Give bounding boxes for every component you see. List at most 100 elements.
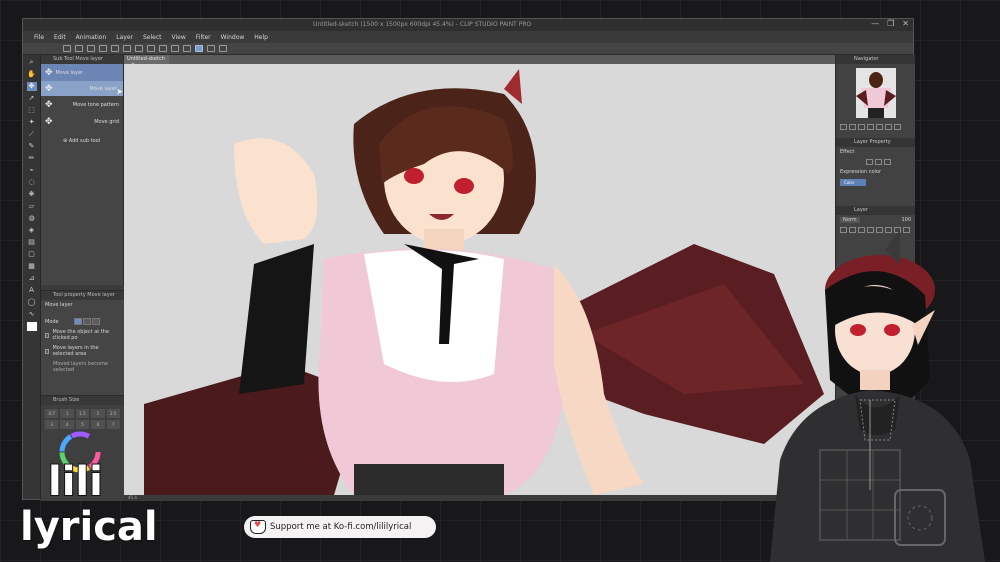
pen-tool-icon[interactable]: ✎ [27, 142, 37, 151]
fit-icon[interactable] [858, 124, 865, 130]
subtool-move-tone-pattern[interactable]: ✥ Move tone pattern [41, 96, 123, 113]
rotate-left-icon[interactable] [867, 124, 874, 130]
balloon-tool-icon[interactable]: ◯ [27, 298, 37, 307]
zoom-tool-icon[interactable]: ⌕ [27, 58, 37, 67]
auto-select-icon[interactable]: ✦ [27, 118, 37, 127]
airbrush-tool-icon[interactable]: ◌ [27, 178, 37, 187]
decoration-tool-icon[interactable]: ❋ [27, 190, 37, 199]
correct-line-tool-icon[interactable]: ∿ [27, 310, 37, 319]
rotate-right-icon[interactable] [876, 124, 883, 130]
menu-file[interactable]: File [29, 34, 49, 41]
menu-help[interactable]: Help [249, 34, 273, 41]
redo-icon[interactable] [111, 45, 119, 52]
eyedropper-icon[interactable]: ⟋ [27, 130, 37, 139]
snap-ruler-icon[interactable] [183, 45, 191, 52]
new-file-icon[interactable] [63, 45, 71, 52]
move-icon: ✥ [45, 67, 53, 78]
add-subtool-button[interactable]: ⊕ Add sub tool [41, 130, 123, 144]
skirt [354, 464, 504, 495]
menu-bar: File Edit Animation Layer Select View Fi… [23, 31, 913, 43]
mode-option-3[interactable] [91, 318, 100, 325]
mode-row: Mode [41, 316, 124, 327]
menu-view[interactable]: View [167, 34, 191, 41]
checkbox[interactable] [45, 332, 50, 338]
maximize-button[interactable]: ❐ [887, 19, 894, 28]
option-row: Moved layers become selected [41, 359, 124, 375]
text-tool-icon[interactable]: A [27, 286, 37, 295]
pencil-tool-icon[interactable]: ✏ [27, 154, 37, 163]
blend-tool-icon[interactable]: ◍ [27, 214, 37, 223]
effect-tone-icon[interactable] [875, 159, 882, 165]
canvas-tab[interactable]: Untitled-sketch × [124, 55, 169, 68]
effect-border-icon[interactable] [866, 159, 873, 165]
brush-size-preset[interactable]: 0.7 [45, 409, 59, 418]
option-label: Moved layers become selected [53, 361, 108, 373]
opacity-value[interactable]: 100 [901, 217, 911, 223]
brush-size-preset[interactable]: 3 [45, 420, 59, 429]
move-tool-icon[interactable]: ✥ [26, 82, 37, 91]
zoom-out-icon[interactable] [840, 124, 847, 130]
effect-icons [836, 157, 915, 167]
menu-window[interactable]: Window [216, 34, 250, 41]
zoom-in-icon[interactable] [849, 124, 856, 130]
save-icon[interactable] [87, 45, 95, 52]
expression-color-select[interactable]: Color [840, 179, 866, 186]
eraser-tool-icon[interactable]: ▱ [27, 202, 37, 211]
layer-settings-icon[interactable] [219, 45, 227, 52]
mode-option-2[interactable] [82, 318, 91, 325]
option-row[interactable]: Move layers in the selected area [41, 343, 124, 359]
subtool-move-layer[interactable]: ✥ Move layer [41, 64, 123, 81]
undo-icon[interactable] [99, 45, 107, 52]
navigator-preview[interactable] [855, 68, 896, 118]
mode-selector[interactable] [73, 318, 100, 325]
minimize-button[interactable]: — [871, 19, 879, 28]
brush-size-preset[interactable]: 4 [60, 420, 74, 429]
subtool-move-grid[interactable]: ✥ Move grid [41, 113, 123, 130]
option-row[interactable]: Move the object at the clicked po [41, 327, 124, 343]
tool-property-panel: Tool property Move layer Move layer Mode… [41, 290, 124, 395]
command-bar [23, 43, 913, 55]
mode-option-1[interactable] [73, 318, 82, 325]
brush-size-preset[interactable]: 7 [106, 420, 120, 429]
selection-tool-icon[interactable]: ⬚ [27, 106, 37, 115]
brush-size-preset[interactable]: 1.5 [75, 409, 90, 418]
hand-tool-icon[interactable]: ✋ [27, 70, 37, 79]
layer-blend-row: Norm 100 [836, 215, 915, 225]
fill-tool-icon[interactable]: ◈ [27, 226, 37, 235]
blend-mode-select[interactable]: Norm [840, 217, 860, 223]
brush-tool-icon[interactable]: ⌁ [27, 166, 37, 175]
menu-animation[interactable]: Animation [71, 34, 112, 41]
kofi-cup-icon: ♥ [250, 520, 266, 534]
transform-icon[interactable] [147, 45, 155, 52]
reset-icon[interactable] [894, 124, 901, 130]
close-button[interactable]: ✕ [902, 19, 909, 28]
select-all-icon[interactable] [159, 45, 167, 52]
effect-color-icon[interactable] [884, 159, 891, 165]
ruler-tool-icon[interactable]: ⊿ [27, 274, 37, 283]
menu-edit[interactable]: Edit [49, 34, 71, 41]
figure-tool-icon[interactable]: ▢ [27, 250, 37, 259]
brush-size-preset[interactable]: 6 [91, 420, 105, 429]
menu-filter[interactable]: Filter [191, 34, 216, 41]
brush-size-preset[interactable]: 5 [75, 420, 90, 429]
snap-grid-icon[interactable] [207, 45, 215, 52]
brush-size-preset[interactable]: 2 [91, 409, 105, 418]
operation-tool-icon[interactable]: ➚ [27, 94, 37, 103]
checkbox[interactable] [45, 348, 50, 354]
menu-select[interactable]: Select [138, 34, 167, 41]
brush-size-preset[interactable]: 2.5 [106, 409, 120, 418]
fill-icon[interactable] [135, 45, 143, 52]
kofi-support-banner[interactable]: ♥ Support me at Ko-fi.com/lililyrical [244, 516, 436, 538]
brush-size-preset[interactable]: 1 [60, 409, 74, 418]
subtool-move-layer-drag[interactable]: ✥ Move layer ➤ [41, 81, 123, 96]
frame-tool-icon[interactable]: ▦ [27, 262, 37, 271]
subtool-header: Sub Tool Move layer [41, 55, 123, 64]
snap-special-ruler-icon[interactable] [195, 45, 203, 52]
gradient-tool-icon[interactable]: ▤ [27, 238, 37, 247]
clear-icon[interactable] [123, 45, 131, 52]
open-file-icon[interactable] [75, 45, 83, 52]
flip-icon[interactable] [885, 124, 892, 130]
deselect-icon[interactable] [171, 45, 179, 52]
menu-layer[interactable]: Layer [111, 34, 138, 41]
main-color-swatch[interactable] [26, 322, 37, 331]
